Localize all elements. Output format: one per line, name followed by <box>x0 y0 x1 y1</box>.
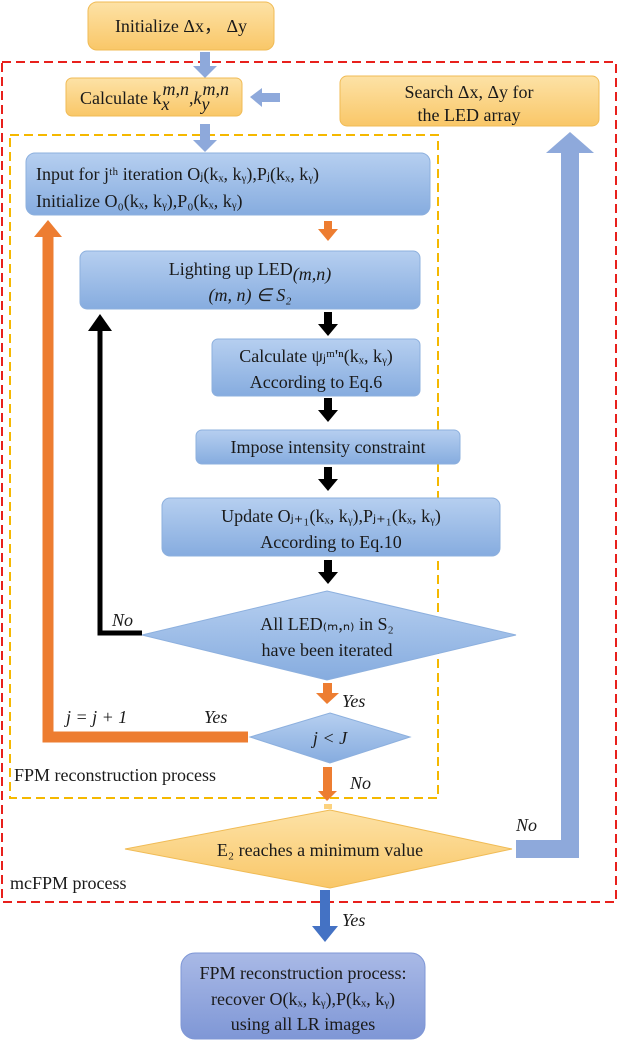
final-text-line2: recover O(kₓ, kᵧ),P(kₓ, kᵧ) <box>211 989 395 1010</box>
label-no-e2: No <box>515 815 537 835</box>
arrow-all-led-to-j <box>316 683 339 704</box>
e2-text: E₂ reaches a minimum value <box>217 840 423 860</box>
label-yes-inner: Yes <box>342 691 365 711</box>
arrow-calc-to-input <box>193 124 217 152</box>
fpm-region-label: FPM reconstruction process <box>14 765 216 785</box>
lighting-text-line2: (m, n) ∈ S₂ <box>209 285 292 306</box>
update-text-line2: According to Eq.10 <box>260 532 401 552</box>
update-text-line1: Update Oⱼ₊₁(kₓ, kᵧ),Pⱼ₊₁(kₓ, kᵧ) <box>221 506 441 527</box>
arrow-update-to-all-led <box>318 560 338 584</box>
final-text-line3: using all LR images <box>231 1014 375 1034</box>
label-no-inner: No <box>111 610 133 630</box>
label-yes-final: Yes <box>342 910 365 930</box>
calc-psi-text-line2: According to Eq.6 <box>250 372 382 392</box>
input-text-line1: Input for jᵗʰ iteration Oⱼ(kₓ, kᵧ),Pⱼ(kₓ… <box>36 164 319 185</box>
arrow-psi-to-impose <box>318 398 338 422</box>
init-text: Initialize Δx， Δy <box>115 16 247 36</box>
arrow-j-to-e2 <box>318 767 337 809</box>
impose-text: Impose intensity constraint <box>231 437 426 457</box>
arrow-lighting-to-psi <box>318 312 338 336</box>
arrow-no-loop-to-search <box>516 132 594 858</box>
label-yes-loop: Yes <box>204 707 227 727</box>
all-led-text-line2: have been iterated <box>262 640 393 660</box>
arrow-e2-to-final <box>312 890 338 942</box>
mcfpm-region-label: mcFPM process <box>10 873 127 893</box>
calc-psi-text-line1: Calculate ψⱼᵐ'ⁿ(kₓ, kᵧ) <box>239 346 393 367</box>
all-led-diamond <box>141 590 517 681</box>
label-j-increment: j = j + 1 <box>64 707 127 727</box>
search-text-line1: Search Δx, Δy for <box>404 82 533 102</box>
final-text-line1: FPM reconstruction process: <box>200 963 407 983</box>
search-text-line2: the LED array <box>418 105 521 125</box>
all-led-text-line1: All LED₍ₘ,ₙ₎ in S₂ <box>260 614 394 634</box>
arrow-no-loop-to-lighting <box>88 314 142 636</box>
input-text-line2: Initialize O₀(kₓ, kᵧ),P₀(kₓ, kᵧ) <box>36 191 243 212</box>
arrow-init-to-calc <box>193 52 217 78</box>
flowchart: Initialize Δx， Δy Calculate kxm,n,kym,n … <box>1 1 617 1040</box>
arrow-search-to-calc <box>250 88 280 107</box>
label-no-j: No <box>349 773 371 793</box>
j-less-text: j < J <box>311 728 348 748</box>
arrow-input-to-lighting <box>318 221 338 241</box>
arrow-impose-to-update <box>318 467 338 491</box>
fpm-region-border <box>9 134 439 799</box>
